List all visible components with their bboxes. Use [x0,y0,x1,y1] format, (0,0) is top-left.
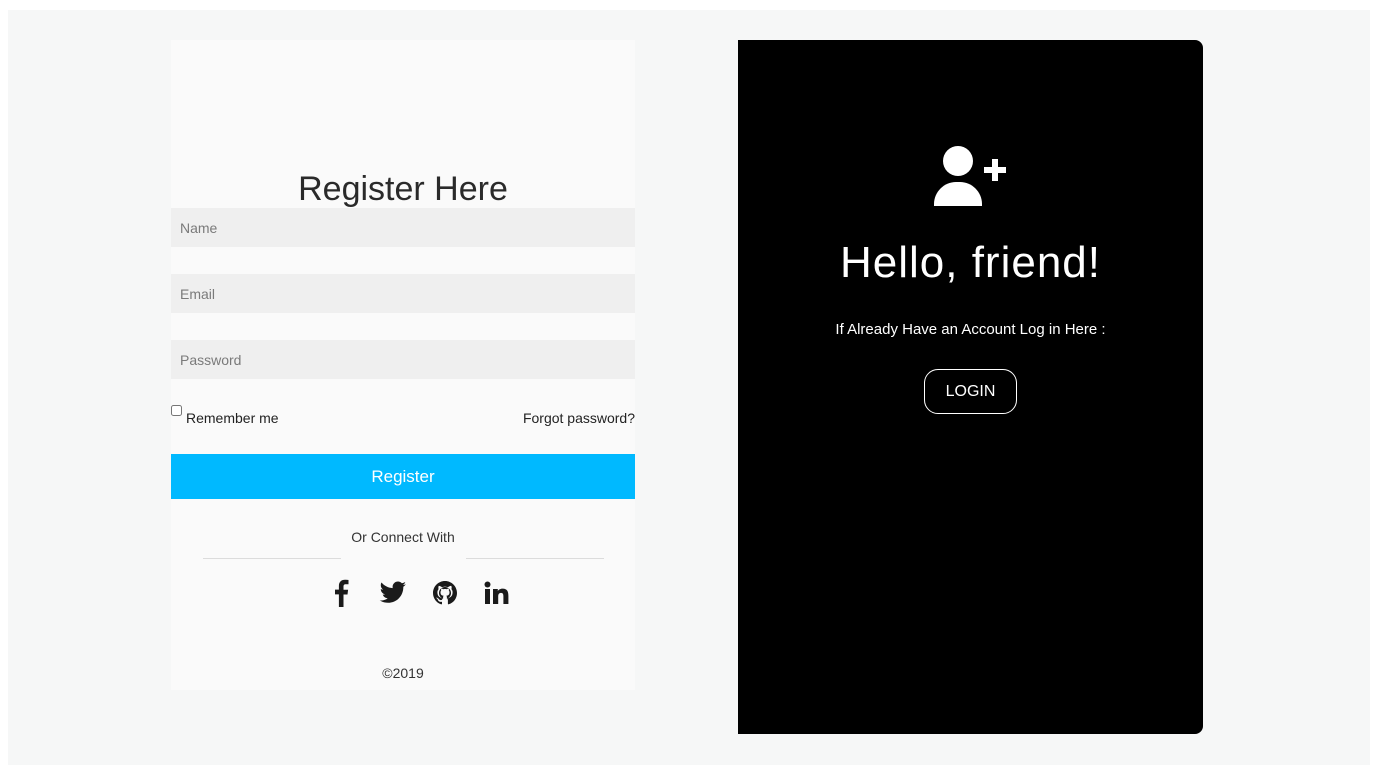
twitter-icon[interactable] [378,578,408,608]
page-title: Register Here [298,170,508,208]
facebook-icon[interactable] [326,578,356,608]
forgot-password-link[interactable]: Forgot password? [523,410,635,426]
divider-left [203,558,341,559]
password-input[interactable] [171,340,635,379]
register-button[interactable]: Register [171,454,635,499]
user-plus-icon [934,146,1010,206]
connect-with-label: Or Connect With [351,529,455,545]
remember-checkbox[interactable] [171,405,182,416]
linkedin-icon[interactable] [482,578,512,608]
github-icon[interactable] [430,578,460,608]
login-panel: Hello, friend! If Already Have an Accoun… [738,40,1203,734]
remember-me[interactable]: Remember me [171,405,279,426]
social-links [326,578,512,608]
divider-right [466,558,604,559]
login-message: If Already Have an Account Log in Here : [835,321,1106,338]
remember-label: Remember me [186,410,279,426]
name-input[interactable] [171,208,635,247]
email-input[interactable] [171,274,635,313]
copyright-text: ©2019 [382,665,424,681]
greeting-heading: Hello, friend! [839,238,1101,287]
login-button[interactable]: LOGIN [924,369,1017,414]
